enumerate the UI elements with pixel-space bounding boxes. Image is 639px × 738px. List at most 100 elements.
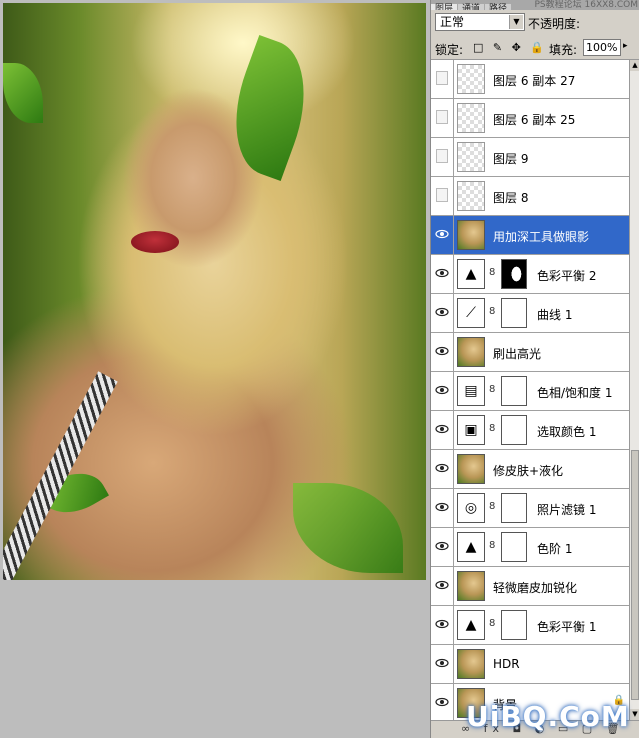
eye-icon[interactable] — [435, 422, 449, 436]
layer-row[interactable]: HDR — [431, 645, 629, 684]
eye-icon[interactable] — [435, 344, 449, 358]
layer-row[interactable]: 轻微磨皮加锐化 — [431, 567, 629, 606]
layer-name: 选取颜色 1 — [537, 425, 597, 439]
divider — [453, 645, 454, 684]
layer-row[interactable]: 图层 6 副本 27 — [431, 60, 629, 99]
lock-icons[interactable]: □ ✎ ✥ 🔒 — [473, 41, 547, 54]
adjustment-icon[interactable]: ▲ — [457, 610, 485, 640]
document-canvas-area — [0, 0, 430, 738]
adjustment-icon[interactable]: ▣ — [457, 415, 485, 445]
visibility-toggle[interactable] — [436, 188, 448, 202]
layer-name: 色相/饱和度 1 — [537, 386, 613, 400]
layer-row[interactable]: ▲ 8 色彩平衡 2 — [431, 255, 629, 294]
layer-thumbnail[interactable] — [457, 142, 485, 172]
divider — [453, 411, 454, 450]
adjustment-icon[interactable]: ◎ — [457, 493, 485, 523]
lock-label: 锁定: — [435, 43, 464, 57]
adjustment-icon[interactable]: ▤ — [457, 376, 485, 406]
eye-icon[interactable] — [435, 578, 449, 592]
fill-input[interactable]: 100% — [583, 39, 621, 56]
eye-icon[interactable] — [435, 305, 449, 319]
layer-row[interactable]: ◎ 8 照片滤镜 1 — [431, 489, 629, 528]
lips — [131, 231, 179, 253]
link-icon[interactable]: 8 — [489, 267, 495, 278]
layer-mask-thumbnail[interactable] — [501, 532, 527, 562]
scroll-thumb[interactable] — [631, 450, 639, 700]
eye-icon[interactable] — [435, 656, 449, 670]
layer-row[interactable]: 图层 9 — [431, 138, 629, 177]
divider — [453, 450, 454, 489]
layer-row[interactable]: 图层 6 副本 25 — [431, 99, 629, 138]
link-icon[interactable]: 8 — [489, 384, 495, 395]
layer-thumbnail[interactable] — [457, 220, 485, 250]
adjustment-icon[interactable]: ⟋ — [457, 298, 485, 328]
layer-row[interactable]: 修皮肤+液化 — [431, 450, 629, 489]
layer-mask-thumbnail[interactable] — [501, 259, 527, 289]
layer-row[interactable]: ▲ 8 色阶 1 — [431, 528, 629, 567]
link-icon[interactable]: 8 — [489, 306, 495, 317]
divider — [453, 489, 454, 528]
layer-row[interactable]: ▲ 8 色彩平衡 1 — [431, 606, 629, 645]
layer-name: 曲线 1 — [537, 308, 573, 322]
divider — [453, 255, 454, 294]
blend-mode-select[interactable]: 正常 ▼ — [435, 13, 525, 31]
layer-name: 刷出高光 — [493, 347, 542, 361]
layer-mask-thumbnail[interactable] — [501, 298, 527, 328]
eye-icon[interactable] — [435, 617, 449, 631]
adjustment-icon[interactable]: ▲ — [457, 532, 485, 562]
layer-thumbnail[interactable] — [457, 103, 485, 133]
brand-logo: UiBQ.CoM — [466, 700, 630, 733]
link-icon[interactable]: 8 — [489, 423, 495, 434]
eye-icon[interactable] — [435, 695, 449, 709]
leaf-decoration — [3, 63, 43, 123]
tab-layers[interactable]: 图层 — [431, 4, 458, 10]
tab-channels[interactable]: 通道 — [458, 4, 485, 10]
divider — [453, 333, 454, 372]
scroll-up-icon[interactable]: ▲ — [630, 60, 639, 71]
leaf-decoration — [293, 483, 403, 573]
link-icon[interactable]: 8 — [489, 501, 495, 512]
layer-thumbnail[interactable] — [457, 649, 485, 679]
panel-tabs: 图层 通道 路径 PS教程论坛 16XX8.COM — [431, 0, 639, 10]
link-icon[interactable]: 8 — [489, 540, 495, 551]
layer-mask-thumbnail[interactable] — [501, 376, 527, 406]
layer-mask-thumbnail[interactable] — [501, 415, 527, 445]
eye-icon[interactable] — [435, 500, 449, 514]
layer-name: 图层 6 副本 27 — [493, 74, 576, 88]
layer-row[interactable]: 刷出高光 — [431, 333, 629, 372]
visibility-toggle[interactable] — [436, 110, 448, 124]
layer-mask-thumbnail[interactable] — [501, 493, 527, 523]
layer-row[interactable]: ⟋ 8 曲线 1 — [431, 294, 629, 333]
layers-scrollbar[interactable]: ▲ ▼ — [629, 60, 639, 720]
layer-row[interactable]: 图层 8 — [431, 177, 629, 216]
chevron-down-icon[interactable]: ▼ — [509, 15, 523, 29]
portrait-photo[interactable] — [3, 3, 426, 580]
layer-thumbnail[interactable] — [457, 181, 485, 211]
visibility-toggle[interactable] — [436, 149, 448, 163]
layer-row[interactable]: ▣ 8 选取颜色 1 — [431, 411, 629, 450]
layer-row[interactable]: ▤ 8 色相/饱和度 1 — [431, 372, 629, 411]
eye-icon[interactable] — [435, 266, 449, 280]
scroll-down-icon[interactable]: ▼ — [630, 709, 639, 720]
layer-mask-thumbnail[interactable] — [501, 610, 527, 640]
eye-icon[interactable] — [435, 383, 449, 397]
chevron-right-icon[interactable]: ▸ — [623, 41, 628, 51]
divider — [453, 99, 454, 138]
tab-paths[interactable]: 路径 — [485, 4, 512, 10]
layer-name: 修皮肤+液化 — [493, 464, 564, 478]
visibility-toggle[interactable] — [436, 71, 448, 85]
layer-thumbnail[interactable] — [457, 337, 485, 367]
layer-name: 用加深工具做眼影 — [493, 230, 590, 244]
adjustment-icon[interactable]: ▲ — [457, 259, 485, 289]
layer-row[interactable]: 用加深工具做眼影 — [431, 216, 629, 255]
layer-thumbnail[interactable] — [457, 454, 485, 484]
eye-icon[interactable] — [435, 461, 449, 475]
divider — [453, 684, 454, 720]
layer-thumbnail[interactable] — [457, 571, 485, 601]
link-icon[interactable]: 8 — [489, 618, 495, 629]
layer-name: 色阶 1 — [537, 542, 573, 556]
layer-thumbnail[interactable] — [457, 64, 485, 94]
eye-icon[interactable] — [435, 539, 449, 553]
divider — [453, 372, 454, 411]
eye-icon[interactable] — [435, 227, 449, 241]
